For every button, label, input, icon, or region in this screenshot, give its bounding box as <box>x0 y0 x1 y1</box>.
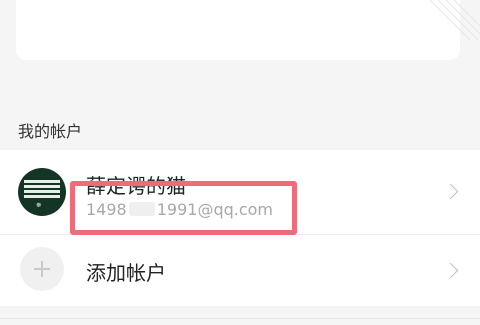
top-card <box>16 0 460 60</box>
bottom-divider <box>0 318 480 319</box>
account-screen: 我的帐户 ☸ 薛定谔的猫 1498 1991@qq.com 添加帐户 <box>0 0 480 325</box>
chevron-right-icon <box>442 262 459 279</box>
add-account-row[interactable]: 添加帐户 <box>0 234 480 307</box>
avatar-mark: ☸ <box>36 202 42 209</box>
section-title-my-accounts: 我的帐户 <box>18 122 83 141</box>
avatar-icon: ☸ <box>18 168 66 216</box>
chevron-right-icon <box>442 183 459 200</box>
add-account-label: 添加帐户 <box>86 261 166 285</box>
plus-icon <box>20 247 64 291</box>
decorative-stripes <box>429 0 480 40</box>
highlight-annotation-box <box>70 181 297 235</box>
